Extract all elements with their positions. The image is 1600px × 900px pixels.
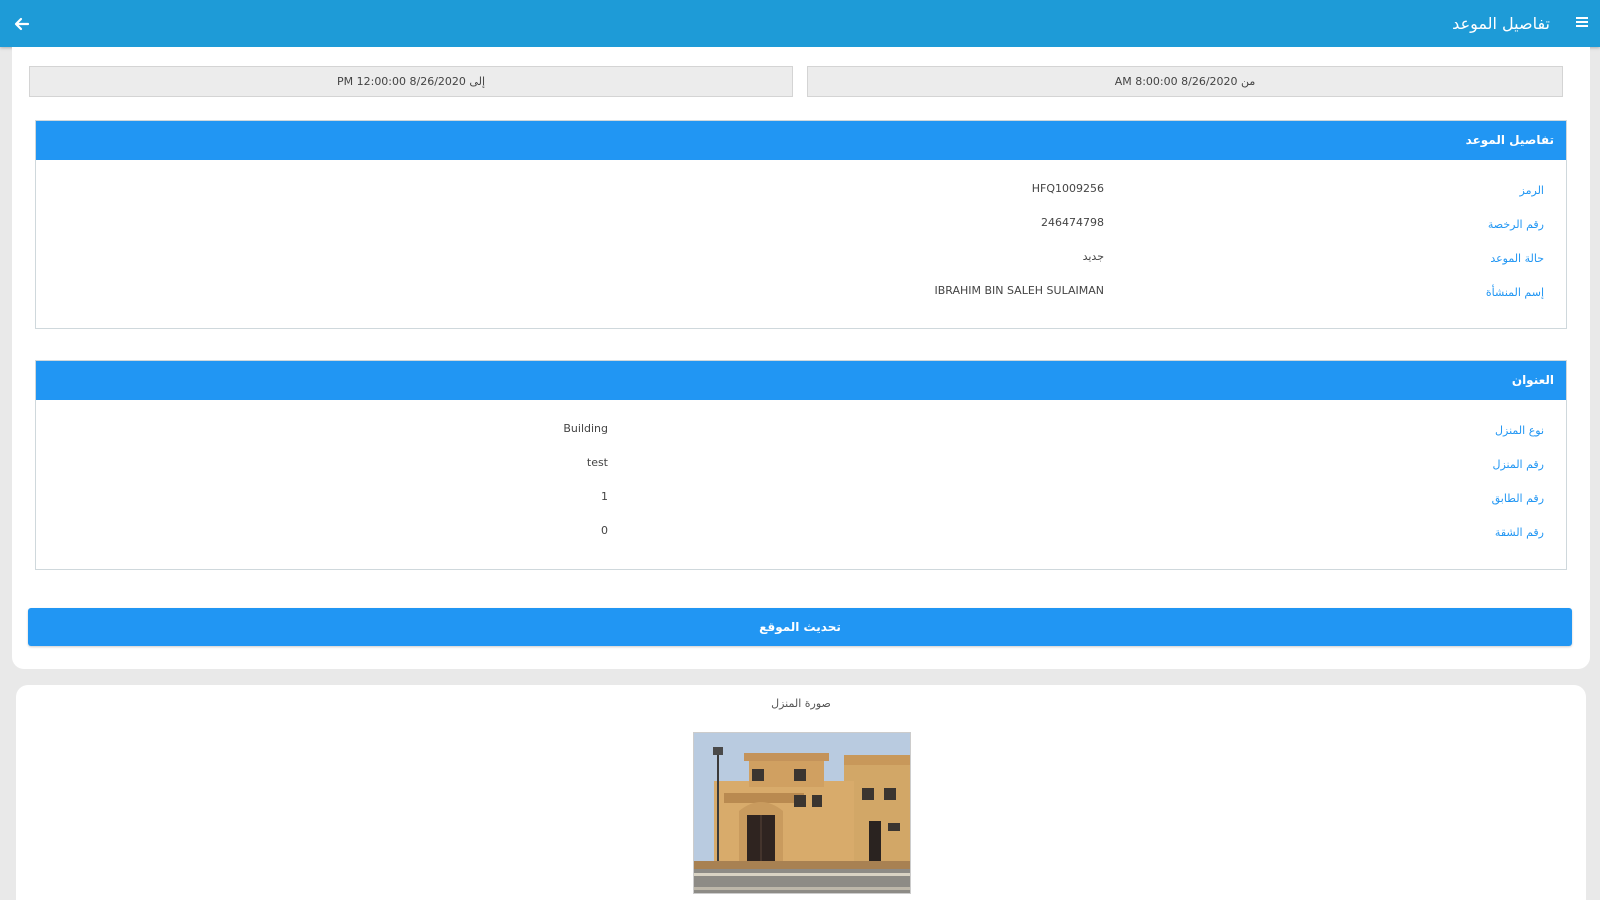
from-date-field: من 8/26/2020 8:00:00 AM	[807, 66, 1563, 97]
hamburger-menu-icon[interactable]	[1576, 17, 1588, 29]
address-value: 0	[601, 524, 608, 537]
detail-label: الرمز	[1519, 184, 1544, 197]
detail-label: إسم المنشأة	[1485, 286, 1544, 299]
page-title: تفاصيل الموعد	[1452, 14, 1550, 33]
appointment-details-section: تفاصيل الموعد الرمز HFQ1009256 رقم الرخص…	[35, 120, 1567, 329]
house-image	[694, 733, 910, 893]
update-location-button[interactable]: تحديث الموقع	[28, 608, 1572, 646]
address-value: Building	[563, 422, 608, 435]
address-row: رقم الطابق 1	[36, 482, 1566, 516]
address-row: رقم المنزل test	[36, 448, 1566, 482]
address-label: رقم الشقة	[1494, 526, 1544, 539]
detail-label: رقم الرخصة	[1487, 218, 1544, 231]
address-header: العنوان	[36, 361, 1566, 400]
house-photo-card: صورة المنزل	[16, 685, 1586, 900]
detail-value: جديد	[1082, 250, 1104, 263]
to-date-field: إلى 8/26/2020 12:00:00 PM	[29, 66, 793, 97]
appointment-card: من 8/26/2020 8:00:00 AM إلى 8/26/2020 12…	[12, 47, 1590, 669]
back-arrow-icon[interactable]	[10, 12, 34, 36]
house-photo[interactable]	[693, 732, 911, 894]
detail-row: رقم الرخصة 246474798	[36, 208, 1566, 242]
detail-value: IBRAHIM BIN SALEH SULAIMAN	[934, 284, 1104, 297]
arrow-left-icon	[14, 17, 30, 31]
detail-value: 246474798	[1041, 216, 1104, 229]
detail-row: الرمز HFQ1009256	[36, 174, 1566, 208]
detail-label: حالة الموعد	[1490, 252, 1544, 265]
address-label: نوع المنزل	[1495, 424, 1544, 437]
address-label: رقم الطابق	[1491, 492, 1544, 505]
address-section: العنوان نوع المنزل Building رقم المنزل t…	[35, 360, 1567, 570]
address-value: test	[586, 456, 608, 469]
app-bar: تفاصيل الموعد	[0, 0, 1600, 47]
appointment-details-header: تفاصيل الموعد	[36, 121, 1566, 160]
address-row: نوع المنزل Building	[36, 414, 1566, 448]
house-photo-label: صورة المنزل	[771, 697, 831, 710]
address-label: رقم المنزل	[1492, 458, 1544, 471]
address-value: 1	[601, 490, 608, 503]
detail-row: حالة الموعد جديد	[36, 242, 1566, 276]
detail-value: HFQ1009256	[1031, 182, 1104, 195]
address-row: رقم الشقة 0	[36, 516, 1566, 550]
detail-row: إسم المنشأة IBRAHIM BIN SALEH SULAIMAN	[36, 276, 1566, 310]
